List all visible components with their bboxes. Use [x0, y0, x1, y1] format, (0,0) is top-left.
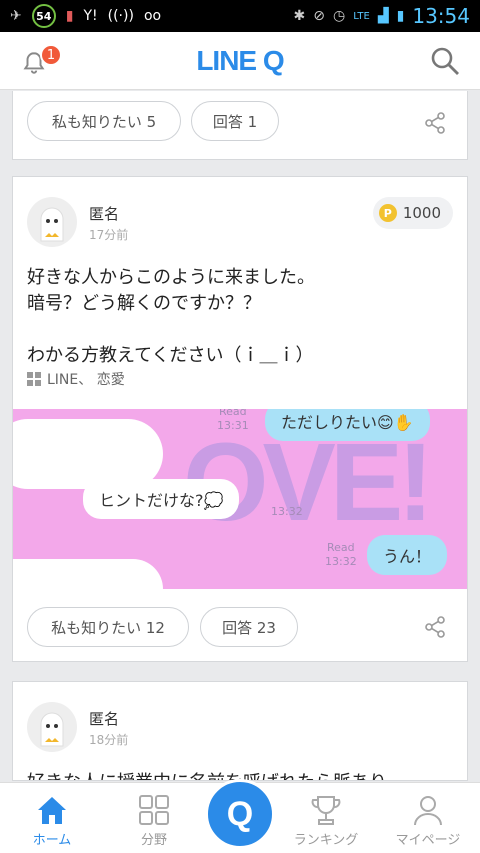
status-bar: ✈ 54 ▮ Y! ((·)) oo ✱ ⊘ ◷ LTE ▟ ▮ 13:54 — [0, 0, 480, 32]
points-value: 1000 — [402, 204, 441, 222]
search-icon — [431, 47, 459, 75]
signal-icon: ✈ — [10, 8, 22, 24]
lte-label: LTE — [353, 10, 370, 22]
question-line — [27, 317, 455, 343]
answers-button[interactable]: 回答 23 — [200, 607, 298, 647]
nav-category[interactable]: 分野 — [106, 793, 202, 848]
cell-signal-icon: ▟ — [377, 8, 389, 24]
carrier-label: Y! — [83, 8, 98, 24]
question-line: 好きな人からこのように来ました。 — [27, 267, 315, 288]
notification-count-badge: 1 — [40, 44, 62, 66]
read-label: Read — [219, 409, 247, 418]
read-time: 13:31 — [217, 419, 249, 432]
image-blur-patch — [13, 559, 163, 589]
chat-bubble: ヒントだけな?💭 — [83, 479, 240, 519]
mute-icon: ⊘ — [313, 8, 326, 24]
avatar — [27, 702, 77, 752]
home-icon — [38, 797, 66, 824]
wifi-icon: ((·)) — [107, 8, 134, 24]
nav-mypage[interactable]: マイページ — [380, 793, 476, 848]
category-tags[interactable]: LINE、 恋愛 — [27, 369, 125, 389]
question-line: 暗号？どう解くのですか？？ — [27, 293, 261, 314]
want-to-know-button[interactable]: 私も知りたい 12 — [27, 607, 189, 647]
nav-home[interactable]: ホーム — [4, 793, 100, 848]
points-badge: P 1000 — [372, 197, 453, 229]
search-button[interactable] — [430, 46, 460, 76]
question-text: 好きな人からこのように来ました。 暗号？どう解くのですか？？ わかる方教えてくだ… — [27, 265, 455, 369]
category-icon — [27, 372, 41, 386]
grid-icon — [139, 795, 169, 825]
question-card[interactable]: 匿名 17分前 P 1000 好きな人からこのように来ました。 暗号？どう解くの… — [12, 176, 468, 662]
nav-mypage-label: マイページ — [395, 833, 461, 848]
bluetooth-icon: ✱ — [293, 8, 306, 24]
read-time: 13:32 — [271, 505, 303, 518]
ask-question-button[interactable]: Q — [205, 779, 275, 849]
nav-home-label: ホーム — [32, 833, 72, 848]
alarm-icon: ◷ — [333, 8, 346, 24]
bottom-navigation: ホーム 分野 Q ランキング マイページ — [0, 779, 480, 853]
chat-bubble: ただしりたい😊✋ — [265, 409, 430, 441]
tags-label: LINE、 恋愛 — [47, 372, 125, 388]
share-icon[interactable] — [423, 615, 447, 639]
avatar — [27, 197, 77, 247]
read-label: Read — [327, 541, 355, 554]
app-logo: LINE Q — [196, 44, 284, 76]
trophy-icon — [311, 796, 341, 825]
user-name: 匿名 — [89, 710, 120, 728]
clock: 13:54 — [412, 4, 470, 28]
app-header: 1 LINE Q — [0, 32, 480, 90]
question-image[interactable]: OVE! ただしりたい😊✋ Read 13:31 ヒントだけな?💭 13:32 … — [13, 409, 467, 589]
read-time: 13:32 — [325, 555, 357, 568]
question-line: わかる方教えてください（ｉ＿ｉ） — [27, 345, 314, 366]
post-time: 17分前 — [89, 228, 129, 242]
voicemail-icon: oo — [143, 8, 162, 24]
notification-button[interactable]: 1 — [18, 44, 62, 78]
battery-badge: 54 — [31, 4, 56, 28]
question-card-next[interactable]: 匿名 18分前 好きな人に授業中に名前を呼ばれたら脈あり — [12, 681, 468, 781]
nav-ranking-label: ランキング — [293, 833, 359, 848]
share-icon[interactable] — [423, 111, 447, 135]
post-time: 18分前 — [89, 733, 129, 747]
battery-icon: ▮ — [396, 8, 405, 24]
answers-button[interactable]: 回答 1 — [191, 101, 279, 141]
chat-bubble: うん！ — [367, 535, 448, 575]
want-to-know-button[interactable]: 私も知りたい 5 — [27, 101, 181, 141]
user-name: 匿名 — [89, 205, 120, 223]
person-icon — [414, 796, 442, 826]
question-card-previous: 私も知りたい 5 回答 1 — [12, 91, 468, 160]
phone-icon: ▮ — [65, 8, 74, 24]
nav-category-label: 分野 — [140, 833, 167, 848]
coin-icon: P — [378, 204, 397, 222]
nav-ranking[interactable]: ランキング — [278, 793, 374, 848]
